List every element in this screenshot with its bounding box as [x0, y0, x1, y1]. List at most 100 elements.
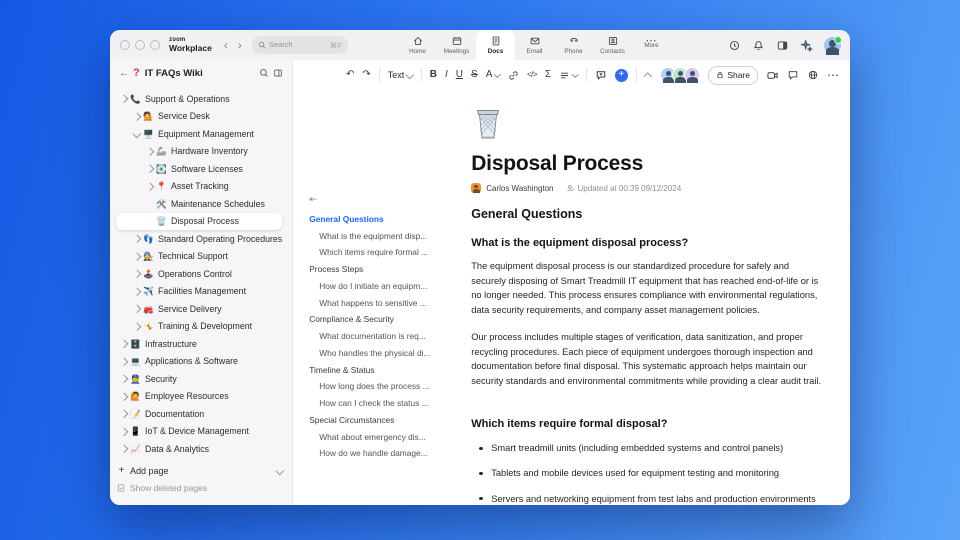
- expander-chevron-right-icon[interactable]: [118, 444, 129, 453]
- expander-chevron-right-icon[interactable]: [118, 94, 129, 103]
- sidebar-item-infrastructure[interactable]: 🗄️ Infrastructure: [116, 335, 282, 353]
- add-page-button[interactable]: + Add page: [116, 462, 284, 480]
- expander-chevron-right-icon[interactable]: [118, 339, 129, 348]
- nav-back-button[interactable]: ‹: [224, 39, 228, 51]
- insert-plus-button[interactable]: +: [614, 68, 628, 82]
- undo-button[interactable]: ↶: [346, 70, 354, 80]
- collapse-toolbar-chevron-icon[interactable]: [643, 72, 652, 81]
- sidebar-item-service-desk[interactable]: 💁 Service Desk: [116, 108, 282, 126]
- share-button[interactable]: Share: [708, 65, 758, 85]
- expander-chevron-right-icon[interactable]: [144, 182, 155, 191]
- outline-item[interactable]: Who handles the physical di...: [309, 348, 459, 359]
- outline-item[interactable]: What is the equipment disp...: [309, 231, 459, 242]
- outline-item[interactable]: How do we handle damage...: [309, 448, 459, 459]
- expander-chevron-right-icon[interactable]: [118, 357, 129, 366]
- equation-button[interactable]: Σ: [545, 70, 551, 80]
- video-camera-icon[interactable]: [766, 69, 779, 82]
- sidebar-item-hardware-inventory[interactable]: 🦾 Hardware Inventory: [116, 143, 282, 161]
- outline-section[interactable]: Special Circumstances: [309, 415, 459, 426]
- outline-item[interactable]: What about emergency dis...: [309, 432, 459, 443]
- expander-chevron-down-icon[interactable]: [131, 129, 142, 138]
- text-color-dropdown[interactable]: A: [486, 70, 501, 80]
- outline-section[interactable]: Timeline & Status: [309, 365, 459, 376]
- sidebar-item-standard-operating-procedures[interactable]: 👣 Standard Operating Procedures: [116, 230, 282, 248]
- global-search-input[interactable]: Search ⌘F: [251, 36, 348, 54]
- sidebar-item-iot-device-management[interactable]: 📱 IoT & Device Management: [116, 423, 282, 441]
- document-body[interactable]: Disposal Process Carlos Washington Updat…: [463, 90, 850, 505]
- outline-section[interactable]: Compliance & Security: [309, 314, 459, 325]
- zoom-window-button[interactable]: [150, 40, 160, 50]
- minimize-window-button[interactable]: [135, 40, 145, 50]
- expander-chevron-right-icon[interactable]: [144, 164, 155, 173]
- collaborator-avatar-3[interactable]: [684, 67, 701, 83]
- bell-icon[interactable]: [752, 39, 765, 52]
- collapse-outline-icon[interactable]: ⇤: [309, 194, 459, 205]
- outline-item[interactable]: How do I initiate an equipm...: [309, 281, 459, 292]
- sidebar-item-disposal-process[interactable]: 🗑️ Disposal Process: [116, 212, 283, 230]
- bold-button[interactable]: B: [430, 70, 437, 80]
- sidebar-item-software-licenses[interactable]: 💽 Software Licenses: [116, 160, 282, 178]
- strikethrough-button[interactable]: S: [471, 70, 478, 80]
- code-button[interactable]: </>: [527, 71, 538, 79]
- sidebar-item-facilities-management[interactable]: ✈️ Facilities Management: [116, 283, 282, 301]
- outline-item[interactable]: How can I check the status ...: [309, 398, 459, 409]
- sidebar-item-training-development[interactable]: 🤸 Training & Development: [116, 318, 282, 336]
- add-page-chevron-down-icon[interactable]: [275, 466, 284, 475]
- tab-home[interactable]: Home: [398, 30, 437, 60]
- nav-forward-button[interactable]: ›: [238, 39, 242, 51]
- italic-button[interactable]: I: [445, 70, 448, 80]
- underline-button[interactable]: U: [456, 70, 463, 80]
- expander-chevron-right-icon[interactable]: [118, 427, 129, 436]
- sidebar-toggle-icon[interactable]: [776, 39, 789, 52]
- sidebar-panel-icon[interactable]: [273, 68, 283, 78]
- sidebar-item-documentation[interactable]: 📝 Documentation: [116, 405, 282, 423]
- show-deleted-pages-button[interactable]: Show deleted pages: [116, 480, 282, 498]
- redo-button[interactable]: ↷: [362, 70, 370, 80]
- expander-chevron-right-icon[interactable]: [131, 269, 142, 278]
- tab-more[interactable]: ⋯ More: [632, 30, 671, 60]
- sidebar-item-operations-control[interactable]: 🕹️ Operations Control: [116, 265, 282, 283]
- outline-item[interactable]: Which items require formal ...: [309, 247, 459, 258]
- expander-chevron-right-icon[interactable]: [131, 287, 142, 296]
- outline-section[interactable]: General Questions: [309, 214, 459, 225]
- sidebar-item-service-delivery[interactable]: 🚒 Service Delivery: [116, 300, 282, 318]
- outline-item[interactable]: How long does the process ...: [309, 381, 459, 392]
- list-format-dropdown[interactable]: [559, 70, 579, 81]
- tab-email[interactable]: Email: [515, 30, 554, 60]
- tab-meetings[interactable]: Meetings: [437, 30, 476, 60]
- sidebar-item-applications-software[interactable]: 💻 Applications & Software: [116, 353, 282, 371]
- expander-chevron-right-icon[interactable]: [144, 147, 155, 156]
- expander-chevron-right-icon[interactable]: [131, 252, 142, 261]
- user-avatar[interactable]: [824, 35, 842, 55]
- sidebar-item-asset-tracking[interactable]: 📍 Asset Tracking: [116, 178, 282, 196]
- sidebar-search-icon[interactable]: [259, 68, 269, 78]
- globe-icon[interactable]: [807, 69, 819, 81]
- outline-section[interactable]: Process Steps: [309, 264, 459, 275]
- expander-chevron-right-icon[interactable]: [118, 409, 129, 418]
- sidebar-item-security[interactable]: 👮 Security: [116, 370, 282, 388]
- tab-contacts[interactable]: Contacts: [593, 30, 632, 60]
- sidebar-item-technical-support[interactable]: 🧑‍🔧 Technical Support: [116, 248, 282, 266]
- link-icon[interactable]: [508, 70, 519, 81]
- expander-chevron-right-icon[interactable]: [131, 234, 142, 243]
- outline-item[interactable]: What happens to sensitive ...: [309, 298, 459, 309]
- sidebar-item-maintenance-schedules[interactable]: 🛠️ Maintenance Schedules: [116, 195, 282, 213]
- comment-icon[interactable]: [595, 69, 607, 81]
- expander-chevron-right-icon[interactable]: [131, 322, 142, 331]
- tab-phone[interactable]: Phone: [554, 30, 593, 60]
- sidebar-item-equipment-management[interactable]: 🖥️ Equipment Management: [116, 125, 282, 143]
- sidebar-item-support-operations[interactable]: 📞 Support & Operations: [116, 90, 282, 108]
- outline-item[interactable]: What documentation is req...: [309, 331, 459, 342]
- tab-docs[interactable]: Docs: [476, 30, 515, 60]
- close-window-button[interactable]: [120, 40, 130, 50]
- ai-companion-sparkle-icon[interactable]: [800, 38, 813, 52]
- expander-chevron-right-icon[interactable]: [131, 304, 142, 313]
- sidebar-item-employee-resources[interactable]: 🙋 Employee Resources: [116, 388, 282, 406]
- expander-chevron-right-icon[interactable]: [118, 392, 129, 401]
- sidebar-back-button[interactable]: ←: [119, 68, 129, 79]
- expander-chevron-right-icon[interactable]: [118, 374, 129, 383]
- text-style-dropdown[interactable]: Text: [388, 70, 414, 80]
- expander-chevron-right-icon[interactable]: [131, 112, 142, 121]
- chat-bubble-icon[interactable]: [787, 69, 799, 81]
- clock-icon[interactable]: [728, 39, 741, 52]
